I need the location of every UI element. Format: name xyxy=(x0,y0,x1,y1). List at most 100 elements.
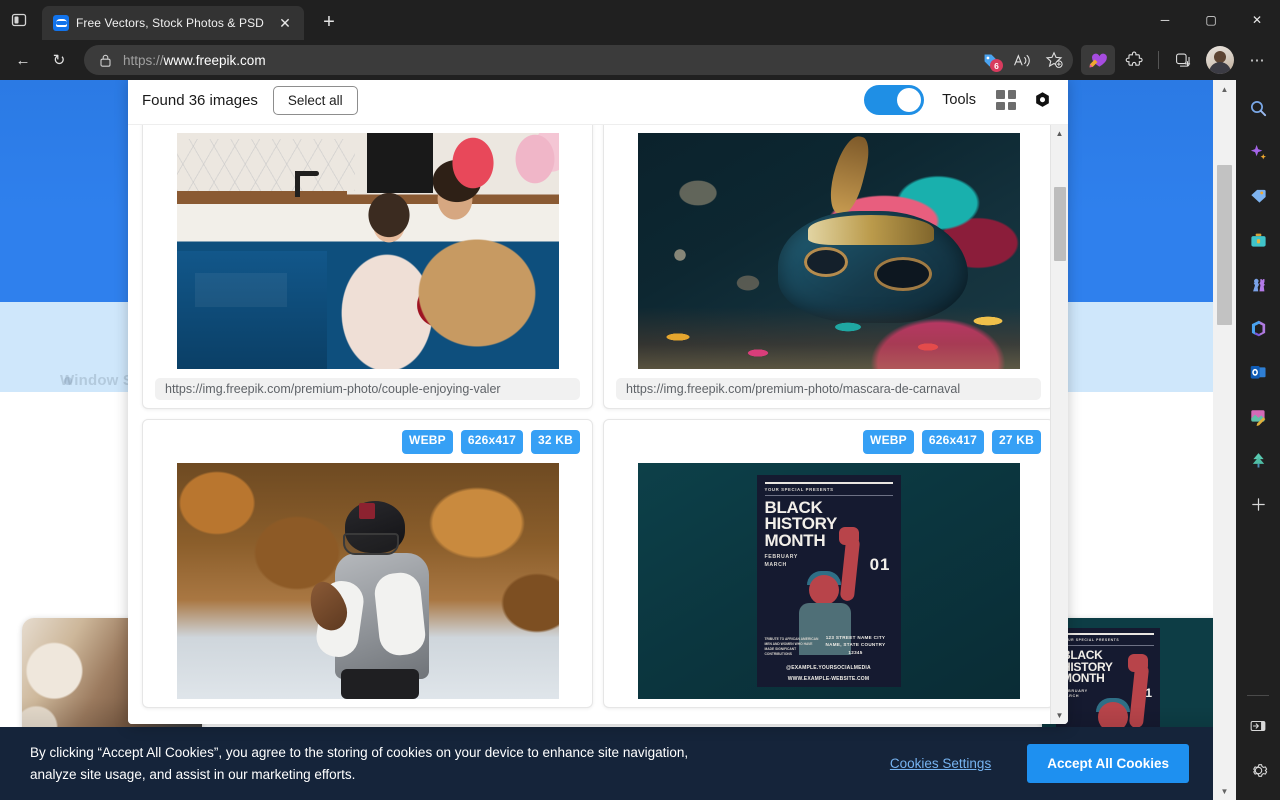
badge-dimensions: 626x417 xyxy=(921,430,984,454)
select-mode-toggle[interactable] xyxy=(864,85,925,115)
sofa xyxy=(176,251,327,369)
mask-eye-left xyxy=(803,247,848,277)
mask-gold-trim xyxy=(807,215,934,245)
browser-toolbar: ← ↻ https://www.freepik.com 6 ⋯ xyxy=(0,40,1280,80)
close-window-button[interactable]: ✕ xyxy=(1234,0,1280,40)
poster-figure-head xyxy=(808,575,839,605)
drop-tree-icon[interactable] xyxy=(1242,444,1274,476)
badge-format: WEBP xyxy=(402,430,453,454)
read-aloud-icon[interactable] xyxy=(1007,47,1037,73)
outlook-icon[interactable] xyxy=(1242,356,1274,388)
result-row-1: WEBP 626x417 32 KB xyxy=(142,125,1054,409)
result-thumbnail-mask xyxy=(637,133,1020,369)
accept-all-cookies-button[interactable]: Accept All Cookies xyxy=(1027,744,1189,783)
badge-format: WEBP xyxy=(863,430,914,454)
player-sleeve-right xyxy=(372,570,427,658)
page-scrollbar-thumb[interactable] xyxy=(1217,165,1232,325)
panel-results-body: WEBP 626x417 32 KB xyxy=(128,124,1068,724)
maximize-window-button[interactable]: ▢ xyxy=(1188,0,1234,40)
result-card-couple-valentine[interactable]: WEBP 626x417 32 KB xyxy=(142,125,593,409)
cookie-consent-banner: By clicking “Accept All Cookies”, you ag… xyxy=(0,727,1213,800)
microsoft-365-icon[interactable] xyxy=(1242,312,1274,344)
new-tab-button[interactable]: + xyxy=(314,7,344,37)
player-pants xyxy=(340,669,419,699)
photo-american-football xyxy=(176,463,559,699)
found-images-count: Found 36 images xyxy=(142,91,258,109)
address-bar[interactable]: https://www.freepik.com 6 xyxy=(84,45,1073,75)
url-scheme: https:// xyxy=(123,52,164,68)
page-scrollbar-down-arrow[interactable]: ▼ xyxy=(1213,782,1236,800)
result-thumbnail-wrap[interactable] xyxy=(616,133,1041,369)
settings-gear-icon[interactable] xyxy=(1033,91,1052,110)
tab-title: Free Vectors, Stock Photos & PSD xyxy=(76,16,264,30)
result-card-american-football[interactable]: WEBP 626x417 32 KB xyxy=(142,419,593,708)
poster-rule-top xyxy=(764,482,893,484)
result-url-mascara[interactable]: https://img.freepik.com/premium-photo/ma… xyxy=(616,378,1041,400)
grid-view-icon[interactable] xyxy=(996,90,1016,110)
customize-sidebar-icon[interactable] xyxy=(1242,710,1274,742)
close-tab-icon[interactable]: ✕ xyxy=(274,12,296,34)
helmet-facemask xyxy=(342,533,399,555)
result-card-black-history-month[interactable]: WEBP 626x417 27 KB YOUR SPECIAL PRESENTS xyxy=(603,419,1054,708)
browser-tab[interactable]: Free Vectors, Stock Photos & PSD ✕ xyxy=(42,6,304,40)
extensions-icon[interactable] xyxy=(1117,45,1151,75)
site-lock-icon[interactable] xyxy=(96,51,114,69)
poster-rule-2 xyxy=(764,495,893,496)
result-thumbnail-wrap[interactable] xyxy=(155,463,580,699)
add-sidebar-app-icon[interactable] xyxy=(1242,488,1274,520)
result-thumbnail-wrap[interactable]: YOUR SPECIAL PRESENTS BLACK HISTORY MONT… xyxy=(616,463,1041,699)
page-scrollbar-up-arrow[interactable]: ▲ xyxy=(1213,80,1236,98)
panel-scrollbar-thumb[interactable] xyxy=(1054,187,1066,261)
image-creator-icon[interactable] xyxy=(1242,400,1274,432)
panel-scrollbar[interactable]: ▲ ▼ xyxy=(1050,125,1068,724)
search-icon[interactable] xyxy=(1242,92,1274,124)
panel-scrollbar-down-arrow[interactable]: ▼ xyxy=(1051,707,1068,724)
kitchen-tile xyxy=(176,139,355,191)
tab-actions-icon[interactable] xyxy=(0,0,38,40)
result-card-mascara-carnaval[interactable]: WEBP 626x417 27 KB xyxy=(603,125,1054,409)
result-url-couple[interactable]: https://img.freepik.com/premium-photo/co… xyxy=(155,378,580,400)
copilot-sparkle-icon[interactable] xyxy=(1242,136,1274,168)
settings-and-more-icon[interactable]: ⋯ xyxy=(1240,45,1274,75)
page-scrollbar[interactable]: ▲ ▼ xyxy=(1213,80,1236,800)
games-icon[interactable] xyxy=(1242,268,1274,300)
result-thumbnail-couple xyxy=(176,133,559,369)
tools-briefcase-icon[interactable] xyxy=(1242,224,1274,256)
browser-chrome: Free Vectors, Stock Photos & PSD ✕ + ─ ▢… xyxy=(0,0,1280,80)
reload-button[interactable]: ↻ xyxy=(42,45,76,75)
image-grabber-extension-icon[interactable] xyxy=(1081,45,1115,75)
poster-website: WWW.EXAMPLE-WEBSITE.COM xyxy=(787,676,870,682)
mask-feather xyxy=(824,133,873,218)
cookies-settings-link[interactable]: Cookies Settings xyxy=(890,756,991,771)
kitchen-counter xyxy=(176,191,347,199)
shopping-tag-icon[interactable] xyxy=(1242,180,1274,212)
profile-avatar[interactable] xyxy=(1206,46,1234,74)
select-all-button[interactable]: Select all xyxy=(272,85,358,115)
back-button[interactable]: ← xyxy=(6,45,40,75)
tools-label[interactable]: Tools xyxy=(942,92,976,108)
toggle-knob xyxy=(897,88,922,112)
results-grid: WEBP 626x417 32 KB xyxy=(128,125,1054,724)
panel-scrollbar-up-arrow[interactable]: ▲ xyxy=(1051,125,1068,142)
poster-number: 01 xyxy=(869,555,891,574)
kitchen-faucet-spout xyxy=(294,171,319,176)
edge-sidebar xyxy=(1236,80,1280,800)
snip-ghost-overlay xyxy=(194,273,287,307)
image-downloader-panel: Found 36 images Select all Tools WEBP 62… xyxy=(128,76,1068,724)
sidebar-divider xyxy=(1247,695,1269,696)
address-bar-url[interactable]: https://www.freepik.com xyxy=(114,53,975,68)
coupons-icon[interactable]: 6 xyxy=(975,47,1005,73)
split-screen-icon[interactable] xyxy=(1166,45,1200,75)
badge-filesize: 32 KB xyxy=(530,430,580,454)
sidebar-settings-icon[interactable] xyxy=(1242,754,1274,786)
add-favorite-icon[interactable] xyxy=(1039,47,1069,73)
minimize-window-button[interactable]: ─ xyxy=(1142,0,1188,40)
photo-black-history-poster: YOUR SPECIAL PRESENTS BLACK HISTORY MONT… xyxy=(637,463,1020,699)
window-controls: ─ ▢ ✕ xyxy=(1142,0,1280,40)
kitchen-oven xyxy=(366,133,433,193)
tab-strip: Free Vectors, Stock Photos & PSD ✕ + ─ ▢… xyxy=(0,0,1280,40)
badge-filesize: 27 KB xyxy=(991,430,1041,454)
result-thumbnail-wrap[interactable] xyxy=(155,133,580,369)
result-row-2: WEBP 626x417 32 KB WEBP 626x417 27 KB YO… xyxy=(142,419,1054,708)
poster-address: 123 STREET NAME CITY NAME, STATE COUNTRY… xyxy=(825,634,886,656)
